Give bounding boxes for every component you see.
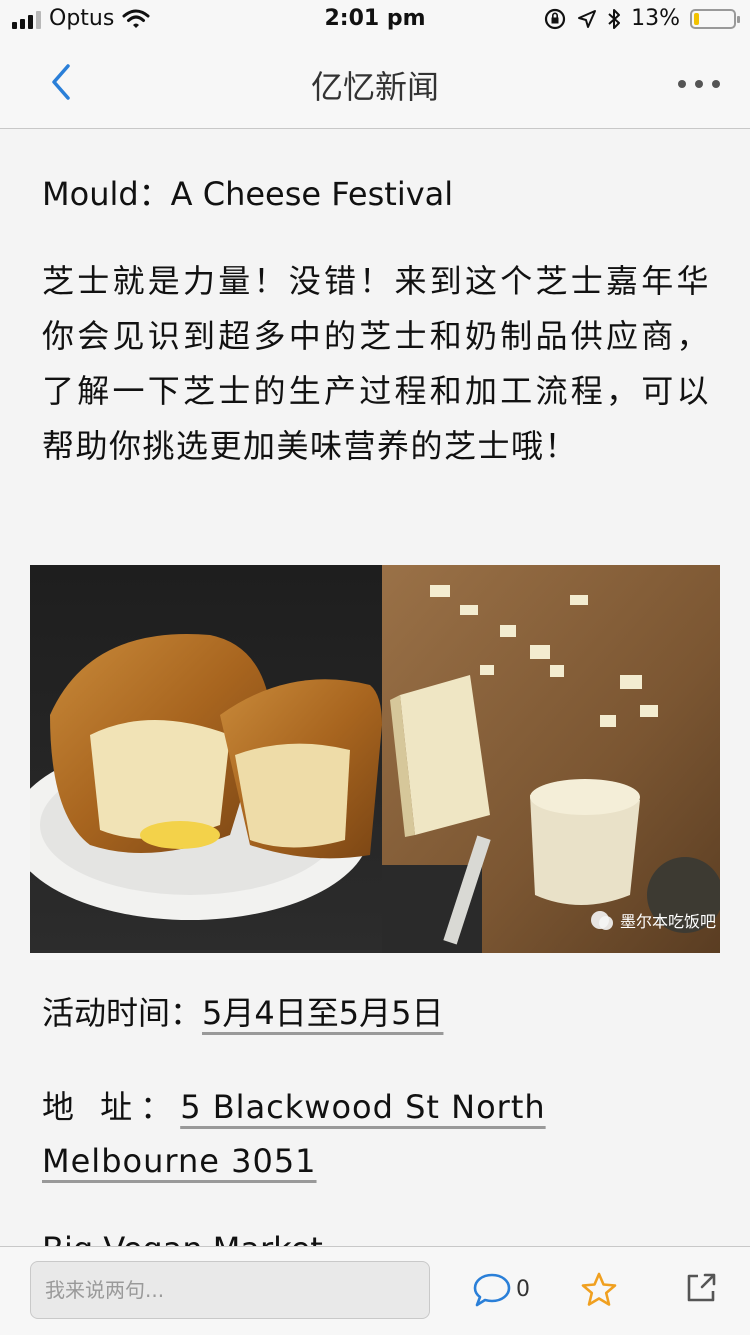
address-line: 地 址：5 Blackwood St North Melbourne 3051	[42, 1080, 710, 1188]
star-icon[interactable]	[580, 1271, 618, 1309]
share-icon[interactable]	[684, 1271, 718, 1305]
cheese-photo-illustration: 墨尔本吃饭吧	[30, 565, 720, 953]
battery-icon	[690, 8, 740, 29]
battery-fill	[694, 12, 699, 25]
comment-count: 0	[516, 1277, 530, 1302]
nav-bar: 亿忆新闻	[0, 40, 750, 129]
next-item-partial: Big Vegan Market	[42, 1222, 710, 1246]
address-label: 地 址：	[42, 1088, 181, 1126]
location-arrow-icon	[578, 9, 597, 28]
more-dots-icon[interactable]	[678, 68, 720, 98]
orientation-lock-icon	[544, 8, 566, 29]
page-title: 亿忆新闻	[310, 68, 439, 106]
article-paragraph: 芝士就是力量！没错！来到这个芝士嘉年华你会见识到超多中的芝士和奶制品供应商，了解…	[42, 262, 710, 465]
event-time-line: 活动时间：5月4日至5月5日	[42, 986, 710, 1040]
bottom-bar: 0	[0, 1246, 750, 1335]
article-photo[interactable]: 墨尔本吃饭吧	[30, 565, 720, 953]
status-bar: Optus 2:01 pm 13%	[0, 0, 750, 40]
photo-watermark: 墨尔本吃饭吧	[620, 912, 716, 931]
battery-percent: 13%	[631, 6, 680, 31]
event-time-label: 活动时间：	[42, 994, 203, 1032]
comment-input[interactable]	[30, 1261, 430, 1319]
event-time-link[interactable]: 5月4日至5月5日	[202, 994, 443, 1032]
comment-icon[interactable]	[472, 1271, 512, 1309]
article-content: Mould：A Cheese Festival 芝士就是力量！没错！来到这个芝士…	[42, 128, 710, 474]
article-headline: Mould：A Cheese Festival	[42, 175, 454, 213]
status-right: 13%	[543, 6, 740, 31]
bluetooth-icon	[608, 8, 621, 29]
